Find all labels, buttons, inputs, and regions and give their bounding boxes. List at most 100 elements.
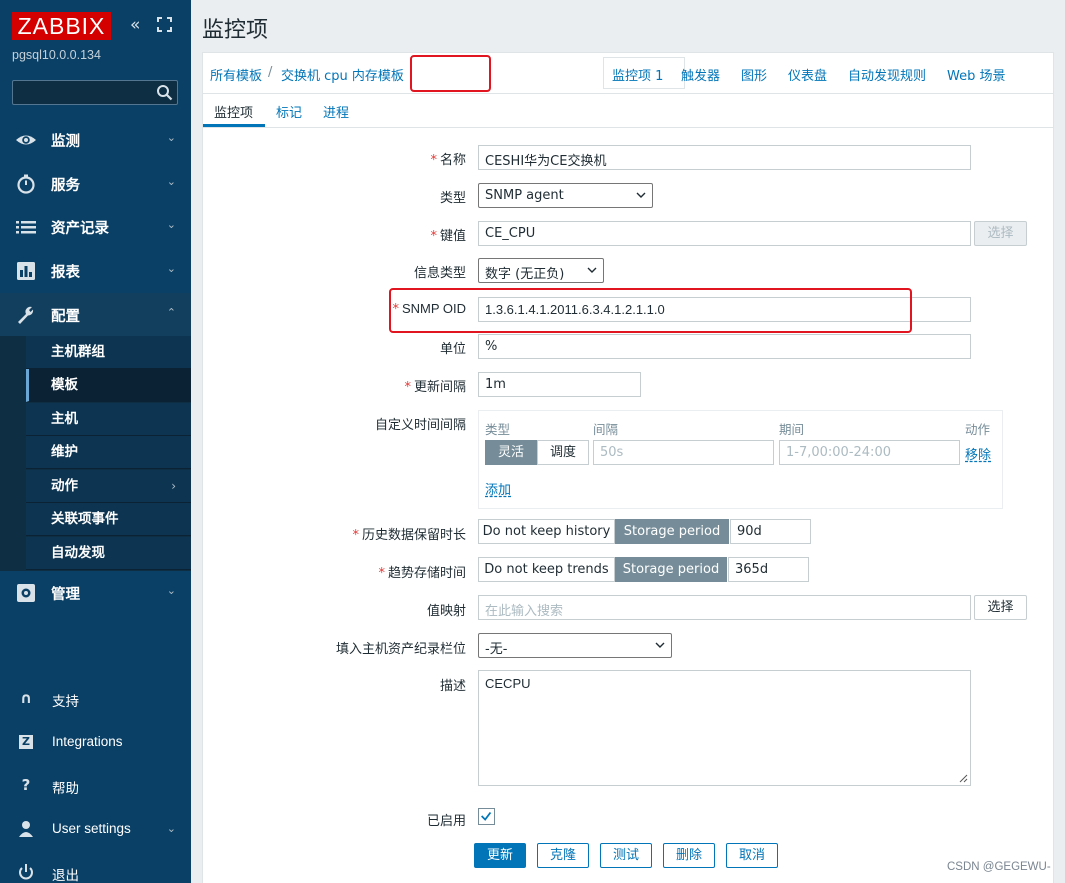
submenu-actions[interactable]: 动作 › <box>26 470 191 503</box>
nav-item-monitoring[interactable]: 监测 ⌄ <box>0 118 191 162</box>
collapse-sidebar-icon[interactable]: « <box>130 16 148 34</box>
custom-intervals-table: 类型 间隔 期间 动作 灵活 调度 50s 1-7,00:00-24:00 移除… <box>478 410 1003 509</box>
footer-user-settings[interactable]: User settings ⌄ <box>0 810 191 850</box>
delete-button[interactable]: 删除 <box>663 843 715 868</box>
description-textarea[interactable]: CECPU <box>478 670 971 786</box>
inventory-field-select[interactable]: -无- <box>478 633 672 658</box>
sidebar-search-input[interactable] <box>12 80 178 105</box>
active-tab-indicator <box>203 124 265 127</box>
name-label: * 名称 <box>430 153 466 168</box>
question-icon: ? <box>21 776 31 794</box>
logo-row: ZABBIX « <box>12 12 182 42</box>
info-type-label: 信息类型 <box>413 266 466 281</box>
footer-sign-out[interactable]: 退出 <box>0 853 191 883</box>
configuration-submenu: 主机群组 模板 主机 维护 动作 › 关联项事件 自动发现 <box>0 336 191 571</box>
chevron-down-icon: ⌄ <box>166 822 176 835</box>
test-button[interactable]: 测试 <box>600 843 652 868</box>
trends-period-field[interactable]: 365d <box>728 557 809 582</box>
resize-grip-icon[interactable] <box>959 774 968 783</box>
enabled-label: 已启用 <box>426 814 466 829</box>
breadcrumb-all-templates[interactable]: 所有模板 <box>210 65 262 84</box>
tab-web-scenarios[interactable]: Web 场景 <box>947 65 1005 84</box>
annotation-box-snmp-oid <box>389 288 912 333</box>
footer-help[interactable]: ? 帮助 <box>0 766 191 806</box>
trends-label: * 趋势存储时间 <box>378 566 466 581</box>
nav-label: 服务 <box>51 178 80 194</box>
key-select-button[interactable]: 选择 <box>974 221 1027 246</box>
history-no-keep-toggle[interactable]: Do not keep history <box>478 519 615 544</box>
footer-integrations[interactable]: Z Integrations <box>0 723 191 763</box>
tab-graphs[interactable]: 图形 <box>741 65 767 84</box>
submenu-templates[interactable]: 模板 <box>26 369 191 402</box>
watermark: CSDN @GEGEWU- <box>947 861 1051 873</box>
chevron-down-icon <box>655 642 665 648</box>
user-icon <box>19 821 33 837</box>
nav-item-configuration[interactable]: 配置 ⌃ <box>0 293 191 337</box>
remove-interval-link[interactable]: 移除 <box>965 444 991 463</box>
checkmark-icon <box>481 812 492 821</box>
name-field[interactable]: CESHI华为CE交换机 <box>478 145 971 170</box>
clone-button[interactable]: 克隆 <box>537 843 589 868</box>
cancel-button[interactable]: 取消 <box>726 843 778 868</box>
chevron-down-icon: ⌄ <box>166 584 176 597</box>
history-storage-toggle[interactable]: Storage period <box>615 519 729 544</box>
scheduling-toggle[interactable]: 调度 <box>537 440 589 465</box>
form-tabs: 监控项 标记 进程 <box>202 94 1054 128</box>
update-button[interactable]: 更新 <box>474 843 526 868</box>
tab-dashboards[interactable]: 仪表盘 <box>788 65 827 84</box>
trends-storage-toggle[interactable]: Storage period <box>615 557 727 582</box>
power-icon <box>19 864 33 880</box>
history-period-field[interactable]: 90d <box>730 519 811 544</box>
trends-no-keep-toggle[interactable]: Do not keep trends <box>478 557 615 582</box>
zabbix-logo[interactable]: ZABBIX <box>12 12 111 40</box>
kiosk-mode-icon[interactable] <box>157 17 172 32</box>
search-icon[interactable] <box>156 84 173 101</box>
bar-chart-icon <box>17 262 35 280</box>
custom-interval-field[interactable]: 50s <box>593 440 774 465</box>
enabled-checkbox[interactable] <box>478 808 495 825</box>
nav-item-services[interactable]: 服务 ⌄ <box>0 162 191 206</box>
update-interval-field[interactable]: 1m <box>478 372 641 397</box>
footer-label: Integrations <box>52 734 123 749</box>
chevron-right-icon: › <box>171 479 176 493</box>
submenu-hosts[interactable]: 主机 <box>26 403 191 436</box>
tab-preprocessing[interactable]: 进程 <box>323 102 349 121</box>
footer-label: 帮助 <box>52 781 79 796</box>
annotation-box-items-tab <box>410 55 491 92</box>
submenu-maintenance[interactable]: 维护 <box>26 436 191 469</box>
headset-icon: ∩ <box>19 689 33 707</box>
custom-period-field[interactable]: 1-7,00:00-24:00 <box>779 440 960 465</box>
submenu-host-groups[interactable]: 主机群组 <box>26 336 191 369</box>
chevron-down-icon: ⌄ <box>166 218 176 231</box>
nav-item-administration[interactable]: 管理 ⌄ <box>0 571 191 615</box>
submenu-discovery[interactable]: 自动发现 <box>26 537 191 570</box>
breadcrumb-separator: / <box>268 65 273 80</box>
nav-item-reports[interactable]: 报表 ⌄ <box>0 249 191 293</box>
tab-items-active[interactable]: 监控项 1 <box>603 57 685 89</box>
key-field[interactable]: CE_CPU <box>478 221 971 246</box>
submenu-event-correlation[interactable]: 关联项事件 <box>26 503 191 536</box>
value-mapping-select-button[interactable]: 选择 <box>974 595 1027 620</box>
nav-label: 配置 <box>51 309 80 325</box>
tab-item[interactable]: 监控项 <box>214 102 253 121</box>
eye-icon <box>16 135 36 145</box>
nav-item-inventory[interactable]: 资产记录 ⌄ <box>0 205 191 249</box>
tab-triggers[interactable]: 触发器 <box>681 65 720 84</box>
type-select[interactable]: SNMP agent <box>478 183 653 208</box>
chevron-down-icon <box>587 267 597 273</box>
units-label: 单位 <box>439 342 466 357</box>
breadcrumb-template[interactable]: 交换机 cpu 内存模板 <box>281 65 404 84</box>
flexible-toggle[interactable]: 灵活 <box>485 440 537 465</box>
footer-label: 支持 <box>52 694 79 709</box>
tab-tags[interactable]: 标记 <box>276 102 302 121</box>
value-mapping-search[interactable]: 在此输入搜索 <box>478 595 971 620</box>
page-title: 监控项 <box>202 18 269 43</box>
list-icon <box>16 221 36 234</box>
footer-support[interactable]: ∩ 支持 <box>0 679 191 719</box>
key-label: * 键值 <box>430 229 466 244</box>
info-type-select[interactable]: 数字 (无正负) <box>478 258 604 283</box>
add-interval-link[interactable]: 添加 <box>485 479 511 498</box>
stopwatch-icon <box>17 174 35 194</box>
units-field[interactable]: % <box>478 334 971 359</box>
tab-discovery-rules[interactable]: 自动发现规则 <box>848 65 926 84</box>
